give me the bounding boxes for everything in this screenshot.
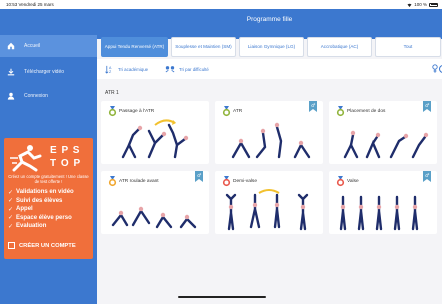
- sidebar-item-accueil[interactable]: Accueil: [0, 35, 97, 57]
- app-screen: 10:53 Vendredi 25 mars 100 % Accueil Tél…: [0, 0, 442, 304]
- tab-lg[interactable]: Liaison Gymnique (LG): [239, 37, 304, 57]
- sidebar-item-telecharger[interactable]: Télécharger vidéo: [0, 61, 97, 83]
- sort-bar: AZ Tri académique Tri par difficulté: [97, 59, 442, 79]
- card-demi-valse[interactable]: Demi-valse: [215, 171, 323, 234]
- gymnast-illustration: [343, 130, 429, 159]
- tab-sm[interactable]: Souplesse et Maintien (SM): [171, 37, 236, 57]
- tab-atr[interactable]: Appui Tendu Renversé (ATR): [101, 37, 168, 57]
- gymnast-illustration: [231, 122, 311, 159]
- sort-academic-label: Tri académique: [118, 67, 149, 72]
- user-icon: [7, 92, 15, 100]
- promo-feature: ✓ Validations en vidéo: [8, 189, 74, 196]
- home-icon: [7, 42, 15, 50]
- download-icon: [7, 68, 15, 76]
- gender-toggle[interactable]: [432, 64, 442, 73]
- battery-percent: 100 %: [414, 2, 427, 7]
- create-account-button[interactable]: CRÉER UN COMPTE: [8, 242, 76, 249]
- promo-feature: ✓ Espace élève perso: [8, 214, 72, 222]
- card-placement-de-dos[interactable]: Placement de dos ♂: [329, 101, 437, 164]
- check-icon: ✓: [8, 189, 14, 196]
- promo-feature: ✓ Evaluation: [8, 223, 47, 230]
- create-account-label: CRÉER UN COMPTE: [19, 242, 76, 249]
- page-header: Programme fille: [97, 9, 442, 39]
- bookmark-male-icon: ♂: [423, 101, 431, 112]
- sort-difficulty-icon: [165, 65, 175, 74]
- card-atr[interactable]: ATR ♂: [215, 101, 323, 164]
- tab-tout[interactable]: Tout: [375, 37, 441, 57]
- sort-az-icon: AZ: [105, 65, 114, 74]
- bookmark-male-icon: ♂: [309, 101, 317, 112]
- card-passage-atr[interactable]: Passage à l'ATR: [101, 101, 209, 164]
- sidebar-item-label: Connexion: [24, 93, 48, 99]
- card-title: Demi-valse: [233, 179, 257, 184]
- page-title: Programme fille: [246, 16, 293, 23]
- card-title: Placement de dos: [347, 109, 386, 114]
- gymnast-illustration: [339, 195, 419, 231]
- card-title: Valse: [347, 179, 359, 184]
- svg-text:♂: ♂: [311, 103, 315, 109]
- tab-ac[interactable]: Accrobatique (AC): [307, 37, 372, 57]
- medal-icon: [336, 176, 345, 187]
- sort-difficulty-button[interactable]: Tri par difficulté: [165, 65, 209, 74]
- battery-icon: [429, 2, 438, 7]
- card-title: ATR roulade avant: [119, 179, 159, 184]
- brand-eps: E P S: [50, 145, 81, 156]
- check-icon: ✓: [8, 215, 14, 222]
- medal-icon: [336, 106, 345, 117]
- sort-difficulty-label: Tri par difficulté: [179, 67, 209, 72]
- sidebar-item-label: Accueil: [24, 43, 41, 49]
- eps-top-logo: E P S T O P: [8, 144, 89, 172]
- card-title: Passage à l'ATR: [119, 109, 155, 114]
- female-icon: [432, 64, 438, 73]
- category-tabs: Appui Tendu Renversé (ATR) Souplesse et …: [101, 37, 441, 57]
- medal-icon: [222, 106, 231, 117]
- medal-icon: [108, 176, 117, 187]
- status-time: 10:53 Vendredi 25 mars: [6, 2, 54, 7]
- medal-icon: [108, 106, 117, 117]
- gymnast-illustration: [111, 206, 197, 229]
- card-atr-roulade-avant[interactable]: ATR roulade avant ♂: [101, 171, 209, 234]
- svg-text:Z: Z: [109, 70, 112, 74]
- svg-text:♂: ♂: [425, 103, 429, 109]
- wifi-icon: [407, 3, 412, 7]
- external-link-icon: [8, 242, 15, 249]
- promo-card[interactable]: E P S T O P Créez un compte gratuitement…: [4, 138, 93, 259]
- brand-top: T O P: [50, 158, 82, 169]
- promo-features: ✓ Validations en vidéo ✓ Suivi des élèves …: [8, 188, 92, 231]
- svg-text:♂: ♂: [425, 173, 429, 179]
- promo-text: Créez un compte gratuitement ! Une class…: [8, 174, 89, 184]
- card-valse[interactable]: Valse ♂: [329, 171, 437, 234]
- promo-feature: ✓ Appel: [8, 206, 33, 213]
- sidebar-item-connexion[interactable]: Connexion: [0, 85, 97, 107]
- card-title: ATR: [233, 109, 243, 114]
- home-indicator[interactable]: [178, 296, 266, 298]
- svg-text:♂: ♂: [197, 173, 201, 179]
- bookmark-male-icon: ♂: [195, 171, 203, 182]
- check-icon: ✓: [8, 206, 14, 213]
- status-bar: 10:53 Vendredi 25 mars 100 %: [0, 0, 442, 9]
- status-right: 100 %: [407, 2, 438, 7]
- gymnast-illustration: [225, 189, 309, 231]
- gymnast-illustration: [121, 119, 189, 159]
- sort-academic-button[interactable]: AZ Tri académique: [105, 65, 148, 74]
- check-icon: ✓: [8, 198, 14, 205]
- promo-feature: ✓ Suivi des élèves: [8, 197, 63, 205]
- sidebar-item-label: Télécharger vidéo: [24, 69, 65, 75]
- section-label: ATR 1: [105, 90, 119, 96]
- bookmark-male-icon: ♂: [423, 171, 431, 182]
- check-icon: ✓: [8, 223, 14, 230]
- medal-icon: [222, 176, 231, 187]
